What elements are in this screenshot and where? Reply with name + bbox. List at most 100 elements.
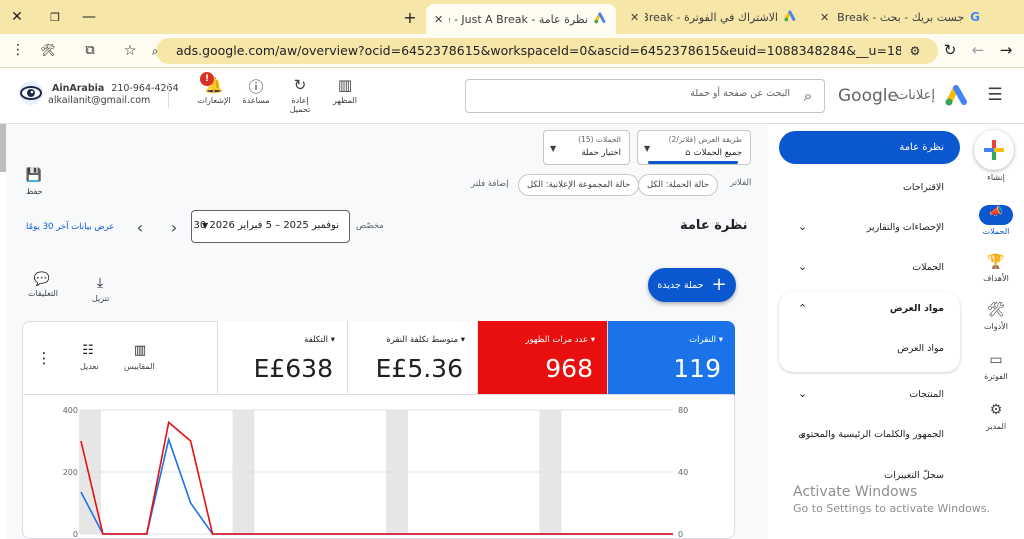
rail-item-billing[interactable]: ▭ الفوترة — [968, 352, 1024, 381]
refresh-icon: ↻ — [293, 76, 307, 94]
close-window-icon[interactable]: ✕ — [6, 6, 28, 28]
tools-icon: 🛠 — [987, 302, 1005, 318]
ads-product-name: إعلانات — [896, 88, 935, 103]
metric-cost[interactable]: التكلفة ▾ E£638 — [217, 321, 347, 395]
bookmark-star-icon[interactable]: ☆ — [120, 41, 140, 61]
metrics-label: المقاييس — [124, 362, 155, 371]
tab-close-icon[interactable]: ✕ — [820, 11, 829, 24]
chevron-down-icon[interactable]: ⌄ — [798, 427, 807, 440]
metric-avg-cpc[interactable]: متوسط تكلفة النقرة ▾ E£5.36 — [347, 321, 477, 395]
next-period-chevron-icon[interactable]: › — [164, 216, 184, 238]
chevron-down-icon[interactable]: ⌄ — [798, 387, 807, 400]
comments-icon[interactable]: 💬 — [32, 270, 52, 288]
new-campaign-button[interactable]: حملة جديدة + — [648, 268, 736, 302]
metric-impressions[interactable]: عدد مرات الظهور ▾ 968 — [477, 321, 607, 395]
date-preset-label: مخصّص — [356, 221, 384, 231]
view-selector[interactable]: طريقة العرض (فلاتر/2) ⌂ جميع الحملات ▼ — [637, 130, 751, 165]
card-divider — [23, 394, 734, 395]
help-button[interactable]: ⓘ مساعدة — [236, 76, 276, 105]
left-rail — [968, 124, 1024, 539]
browser-tab-active[interactable]: ✕ نظرة عامة - Google - Just A Break — [426, 4, 616, 34]
date-range-picker[interactable]: ▼ 30 نوفمبر 2025 – 5 فبراير 2026 — [191, 210, 350, 243]
create-button[interactable] — [974, 130, 1014, 170]
nav-item-products[interactable]: المنتجات — [909, 389, 944, 400]
filters-label: الفلاتر — [730, 178, 752, 188]
account-info[interactable]: AinArabia 210-964-4264 — [52, 83, 179, 94]
url-text[interactable]: ads.google.com/aw/overview?ocid=64523786… — [176, 43, 901, 58]
goals-icon: 🏆 — [987, 254, 1005, 270]
nav-item-change-history[interactable]: سجلّ التغييرات — [884, 470, 944, 481]
save-label: حفظ — [26, 187, 43, 196]
extension-icon[interactable]: 🛠 — [38, 40, 58, 60]
add-filter-link[interactable]: إضافة فلتر — [471, 179, 509, 189]
browser-tab[interactable]: ✕ الاشتراك في الفوترة - Just A Break — [622, 4, 806, 30]
right-axis-tick: 0 — [678, 530, 683, 539]
account-avatar[interactable] — [18, 80, 44, 106]
left-axis-tick: 400 — [63, 406, 78, 415]
tab-title: جست بريك - بحث - Just A Break — [835, 10, 965, 24]
account-email: alkailanit@gmail.com — [48, 95, 151, 106]
nav-item-recommendations[interactable]: الاقتراحات — [903, 182, 944, 193]
notifications-button[interactable]: 🔔 الإشعارات ! — [194, 72, 234, 105]
site-settings-icon[interactable]: ⚙ — [904, 41, 926, 61]
metrics-icon[interactable]: ▥ — [130, 342, 150, 358]
filter-chip-adgroup-status[interactable]: حالة المجموعة الإعلانية: الكل — [518, 174, 640, 196]
campaigns-icon: 📣 — [979, 205, 1013, 225]
nav-item-assets[interactable]: مواد العرض — [890, 303, 944, 314]
filter-chip-campaign-status[interactable]: حالة الحملة: الكل — [638, 174, 719, 196]
hamburger-menu-icon[interactable]: ☰ — [984, 84, 1006, 106]
right-axis-tick: 40 — [678, 468, 688, 477]
download-icon[interactable]: ⤓ — [90, 274, 110, 292]
rail-item-goals[interactable]: 🏆 الأهداف — [968, 254, 1024, 283]
nav-item-overview[interactable]: نظرة عامة — [779, 131, 960, 164]
puzzle-extensions-icon[interactable]: ⧉ — [80, 40, 100, 60]
appearance-icon: ▥ — [337, 76, 353, 94]
nav-item-audience-keywords[interactable]: الجمهور والكلمات الرئيسية والمحتوى — [798, 429, 944, 440]
campaign-selector[interactable]: الحملات (15) اختيار حملة ▼ — [543, 130, 630, 165]
rail-item-campaigns[interactable]: 📣 الحملات — [968, 205, 1024, 236]
nav-item-campaigns[interactable]: الحملات — [912, 262, 944, 273]
billing-icon: ▭ — [989, 352, 1003, 368]
account-name: AinArabia — [52, 83, 105, 94]
chevron-down-icon[interactable]: ⌄ — [798, 220, 807, 233]
metric-clicks[interactable]: النقرات ▾ 119 — [607, 321, 735, 395]
rail-item-admin[interactable]: ⚙ المدير — [968, 402, 1024, 431]
appearance-button[interactable]: ▥ المظهر — [325, 76, 365, 105]
nav-subitem-assets[interactable]: مواد العرض — [897, 343, 944, 354]
rail-create-label: إنشاء — [987, 173, 1005, 182]
rail-item-tools[interactable]: 🛠 الأدوات — [968, 302, 1024, 331]
header-divider — [168, 82, 169, 108]
right-axis-tick: 80 — [678, 406, 688, 415]
last-30-days-link[interactable]: عرض بيانات آخر 30 يومًا — [26, 222, 114, 232]
plus-icon: + — [711, 274, 727, 295]
minimize-window-icon[interactable]: — — [78, 6, 100, 28]
left-axis-tick: 200 — [63, 468, 78, 477]
scroll-indicator[interactable] — [0, 124, 6, 172]
zoom-icon[interactable]: ⌕ — [146, 41, 164, 61]
menu-dots-icon[interactable]: ⋮ — [8, 40, 28, 60]
alert-badge: ! — [200, 72, 214, 86]
restore-window-icon[interactable]: ❐ — [44, 6, 66, 28]
series-line — [80, 436, 673, 535]
adjust-icon[interactable]: ☷ — [78, 342, 98, 358]
new-tab-button[interactable]: + — [400, 6, 420, 28]
more-options-icon[interactable]: ⋮ — [36, 348, 52, 368]
refresh-button[interactable]: ↻ إعادة تحميل — [280, 76, 320, 114]
download-label: تنزيل — [92, 294, 110, 303]
tab-close-icon[interactable]: ✕ — [630, 11, 639, 24]
browser-tab[interactable]: ✕ جست بريك - بحث - Just A Break G — [812, 4, 988, 30]
forward-icon[interactable]: ← — [968, 40, 988, 60]
search-icon[interactable]: ⌕ — [798, 86, 818, 106]
reload-icon[interactable]: ↻ — [940, 40, 960, 60]
chevron-up-icon[interactable]: ⌃ — [798, 302, 807, 315]
back-icon[interactable]: → — [996, 40, 1016, 60]
save-icon[interactable]: 💾 — [24, 166, 44, 184]
tab-close-icon[interactable]: ✕ — [434, 13, 443, 26]
nav-item-insights-reports[interactable]: الإحصاءات والتقارير — [867, 222, 944, 233]
windows-activation-watermark: Activate Windows Go to Settings to activ… — [793, 484, 991, 515]
previous-period-chevron-icon[interactable]: ‹ — [130, 216, 150, 238]
google-ads-favicon-icon — [594, 11, 608, 28]
left-axis-tick: 0 — [73, 530, 78, 539]
search-input[interactable]: البحث عن صفحة أو حملة — [480, 88, 790, 99]
chevron-down-icon[interactable]: ⌄ — [798, 260, 807, 273]
